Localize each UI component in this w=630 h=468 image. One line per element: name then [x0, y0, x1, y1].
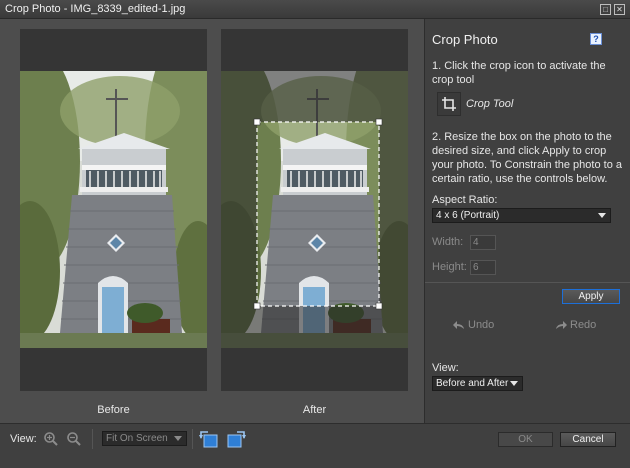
rotate-right-icon[interactable]: [226, 429, 246, 449]
after-photo: [221, 71, 408, 348]
redo-button[interactable]: Redo: [555, 319, 596, 331]
view-mode-label: View:: [432, 362, 459, 374]
after-pane: [221, 29, 408, 391]
toolbar-separator: [92, 429, 93, 449]
close-window-icon[interactable]: ✕: [614, 4, 625, 15]
rotate-left-icon[interactable]: [199, 429, 219, 449]
redo-icon: [556, 320, 567, 329]
photo-workspace: Before After: [0, 19, 424, 423]
zoom-mode-select[interactable]: Fit On Screen: [102, 431, 187, 446]
zoom-out-icon[interactable]: [66, 431, 82, 447]
chevron-down-icon: [510, 381, 518, 386]
height-field[interactable]: 6: [470, 260, 496, 275]
chevron-down-icon: [174, 436, 182, 441]
height-label: Height:: [432, 261, 467, 273]
before-photo: [20, 71, 207, 348]
undo-label: Undo: [468, 319, 495, 331]
after-label: After: [302, 404, 327, 416]
before-label: Before: [97, 404, 130, 416]
crop-icon: [437, 92, 461, 116]
view-mode-value: Before and After: [436, 378, 509, 389]
before-pane: [20, 29, 207, 391]
width-label: Width:: [432, 236, 464, 248]
window-title: Crop Photo - IMG_8339_edited-1.jpg: [5, 3, 186, 15]
help-icon[interactable]: ?: [590, 33, 602, 45]
zoom-in-icon[interactable]: [43, 431, 59, 447]
crop-tool-button[interactable]: Crop Tool: [437, 91, 547, 117]
bottom-toolbar: View: Fit On Screen OK Cancel: [0, 423, 630, 468]
toolbar-separator: [192, 429, 193, 449]
zoom-mode-value: Fit On Screen: [106, 433, 168, 444]
apply-button[interactable]: Apply: [562, 289, 620, 304]
undo-button[interactable]: Undo: [453, 319, 494, 331]
chevron-down-icon: [598, 213, 606, 218]
divider: [425, 282, 630, 283]
restore-window-icon[interactable]: □: [600, 4, 611, 15]
ok-button[interactable]: OK: [498, 432, 553, 447]
cancel-button[interactable]: Cancel: [560, 432, 616, 447]
title-bar: Crop Photo - IMG_8339_edited-1.jpg □ ✕: [0, 0, 630, 19]
step1-instructions: 1. Click the crop icon to activate the c…: [432, 60, 606, 86]
view-mode-select[interactable]: Before and After: [432, 376, 523, 391]
aspect-ratio-select[interactable]: 4 x 6 (Portrait): [432, 208, 611, 223]
aspect-ratio-label: Aspect Ratio:: [432, 194, 498, 206]
aspect-ratio-value: 4 x 6 (Portrait): [436, 210, 500, 221]
undo-icon: [453, 320, 464, 329]
redo-label: Redo: [570, 319, 597, 331]
crop-tool-label: Crop Tool: [466, 98, 514, 110]
crop-settings-panel: Crop Photo ? 1. Click the crop icon to a…: [424, 19, 630, 423]
width-field[interactable]: 4: [470, 235, 496, 250]
step2-instructions: 2. Resize the box on the photo to the de…: [432, 131, 622, 185]
zoom-view-label: View:: [10, 433, 37, 445]
panel-title: Crop Photo: [432, 32, 498, 47]
